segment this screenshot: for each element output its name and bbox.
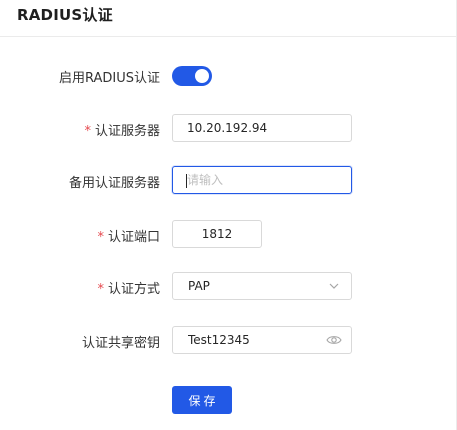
auth-server-field[interactable]	[172, 114, 352, 142]
auth-method-select[interactable]: PAP	[172, 272, 352, 300]
auth-port-field[interactable]	[172, 220, 262, 248]
auth-method-value: PAP	[188, 279, 210, 293]
shared-secret-label: 认证共享密钥	[81, 336, 160, 351]
chevron-down-icon[interactable]	[329, 282, 339, 290]
auth-server-input[interactable]	[173, 115, 351, 141]
page-title: RADIUS认证	[17, 6, 113, 24]
shared-secret-input[interactable]	[173, 327, 351, 353]
auth-port-label-text: 认证端口	[107, 230, 160, 245]
enable-radius-toggle[interactable]	[172, 66, 212, 86]
auth-server-label: * 认证服务器	[84, 120, 160, 139]
auth-port-input[interactable]	[173, 221, 261, 247]
backup-server-input[interactable]	[173, 167, 351, 193]
required-mark: *	[84, 124, 91, 139]
auth-server-label-text: 认证服务器	[94, 124, 160, 139]
auth-method-label: * 认证方式	[97, 278, 160, 297]
eye-icon[interactable]	[326, 334, 342, 346]
auth-port-label: * 认证端口	[97, 226, 160, 245]
save-button[interactable]: 保存	[172, 386, 232, 414]
enable-radius-label: 启用RADIUS认证	[58, 71, 160, 86]
auth-method-label-text: 认证方式	[107, 282, 160, 297]
radius-settings-panel: RADIUS认证 启用RADIUS认证 *认证服务器 备用认证服务器 *认证端口…	[0, 0, 457, 430]
shared-secret-field[interactable]	[172, 326, 352, 354]
panel-header: RADIUS认证	[0, 0, 457, 37]
text-caret	[186, 174, 187, 188]
toggle-knob	[195, 69, 209, 83]
backup-server-label: 备用认证服务器	[68, 176, 160, 191]
required-mark: *	[97, 230, 104, 245]
required-mark: *	[97, 282, 104, 297]
backup-server-field[interactable]	[172, 166, 352, 194]
